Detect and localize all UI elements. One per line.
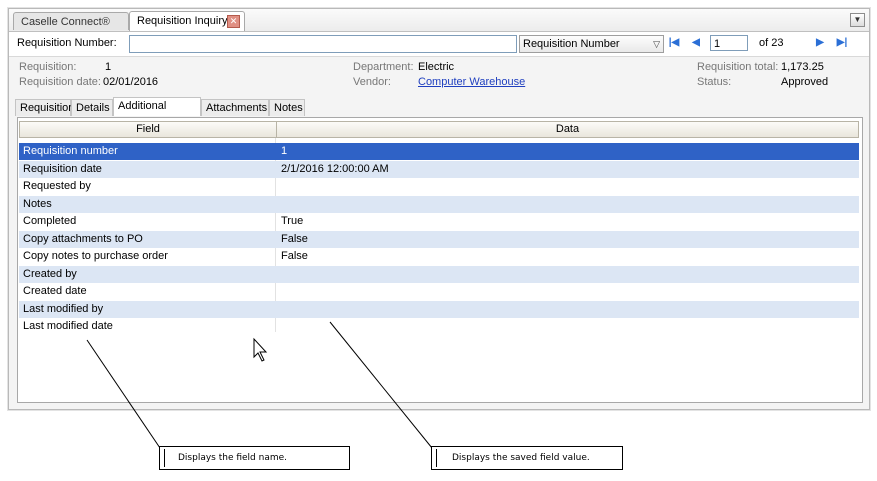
callout-line-field: [86, 339, 161, 449]
mouse-cursor-icon: [253, 337, 268, 362]
callout-field-name: Displays the field name.: [159, 446, 350, 470]
callout-lines: [86, 321, 433, 449]
callout-line-data: [329, 321, 433, 449]
callout-marker: [164, 449, 165, 467]
callout-marker: [436, 449, 437, 467]
callout-text: Displays the saved field value.: [452, 453, 590, 463]
callout-text: Displays the field name.: [178, 453, 288, 463]
callout-field-value: Displays the saved field value.: [431, 446, 623, 470]
